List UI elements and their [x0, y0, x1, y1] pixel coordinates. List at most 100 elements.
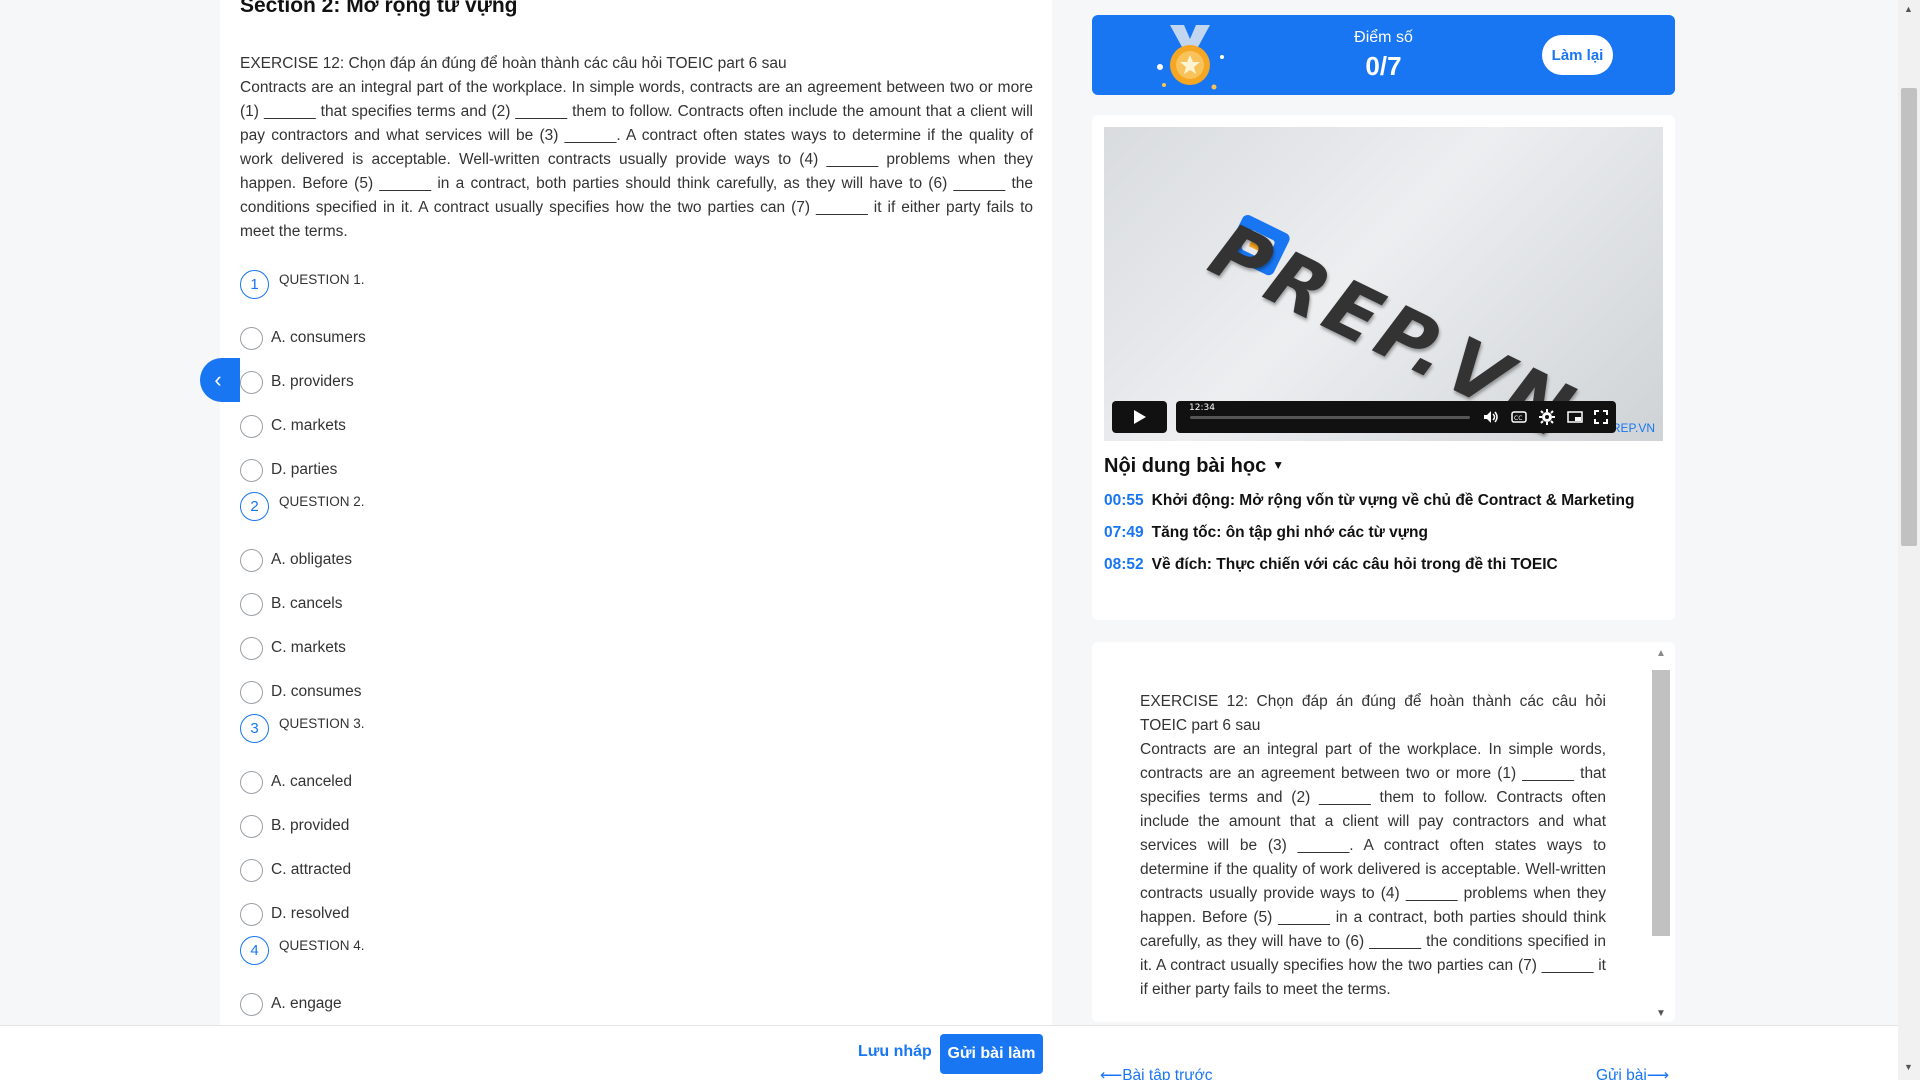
fullscreen-icon[interactable] — [1592, 409, 1610, 425]
radio-button[interactable] — [240, 636, 263, 660]
radio-button[interactable] — [240, 992, 263, 1016]
option-label[interactable]: D. resolved — [271, 905, 349, 923]
progress-bar[interactable]: 12:34 — [1185, 402, 1470, 419]
answer-option[interactable]: D. resolved — [240, 892, 940, 936]
lesson-item[interactable]: 08:52 Về đích: Thực chiến với các câu hỏi… — [1104, 556, 1558, 574]
lesson-title: Nội dung bài học — [1104, 455, 1267, 477]
lesson-card: PREP.VN PREP.VN 12:34 CC Nội dung bài họ… — [1092, 115, 1675, 620]
radio-button[interactable] — [240, 858, 263, 882]
lesson-timestamp[interactable]: 00:55 — [1104, 492, 1144, 509]
question-2: 2 QUESTION 2. — [240, 492, 940, 538]
exercise-passage: Contracts are an integral part of the wo… — [240, 79, 1033, 240]
radio-button[interactable] — [240, 770, 263, 794]
radio-button[interactable] — [240, 370, 263, 394]
scroll-up-arrow-icon[interactable]: ▲ — [1904, 4, 1913, 14]
passage-heading: EXERCISE 12: Chọn đáp án đúng để hoàn th… — [1140, 693, 1606, 734]
answer-option[interactable]: A. consumers — [240, 316, 940, 360]
option-label[interactable]: A. obligates — [271, 551, 352, 569]
time-tooltip: 12:34 — [1185, 402, 1219, 414]
video-player[interactable]: PREP.VN PREP.VN 12:34 CC — [1104, 127, 1663, 441]
radio-button[interactable] — [240, 326, 263, 350]
option-label[interactable]: B. cancels — [271, 595, 343, 613]
submit-button[interactable]: Gửi bài làm — [940, 1034, 1043, 1074]
answer-option[interactable]: A. engage — [240, 982, 940, 1026]
option-label[interactable]: D. consumes — [271, 683, 361, 701]
answer-option[interactable]: A. canceled — [240, 760, 940, 804]
lesson-item-text: Khởi động: Mở rộng vốn từ vựng về chủ đề… — [1151, 492, 1635, 509]
lesson-item-text: Về đích: Thực chiến với các câu hỏi tron… — [1151, 556, 1558, 573]
question-list: 1 QUESTION 1. A. consumers B. providers … — [240, 270, 940, 1026]
answer-option[interactable]: B. cancels — [240, 582, 940, 626]
answer-option[interactable]: D. consumes — [240, 670, 940, 714]
answer-option[interactable]: C. markets — [240, 626, 940, 670]
question-4: 4 QUESTION 4. — [240, 936, 940, 982]
passage-card: EXERCISE 12: Chọn đáp án đúng để hoàn th… — [1092, 642, 1675, 1022]
radio-button[interactable] — [240, 902, 263, 926]
option-label[interactable]: A. engage — [271, 995, 342, 1013]
answer-option[interactable]: A. obligates — [240, 538, 940, 582]
answer-option[interactable]: C. markets — [240, 404, 940, 448]
question-label: QUESTION 2. — [279, 494, 365, 509]
question-1: 1 QUESTION 1. — [240, 270, 940, 316]
option-label[interactable]: C. markets — [271, 417, 346, 435]
exercise-heading: EXERCISE 12: Chọn đáp án đúng để hoàn th… — [240, 55, 787, 72]
lesson-item-text: Tăng tốc: ôn tập ghi nhớ các từ vựng — [1151, 524, 1428, 541]
lesson-timestamp[interactable]: 07:49 — [1104, 524, 1144, 541]
option-label[interactable]: C. attracted — [271, 861, 351, 879]
section-title: Section 2: Mở rộng từ vựng — [240, 0, 518, 17]
radio-button[interactable] — [240, 592, 263, 616]
scroll-up-arrow-icon[interactable]: ▲ — [1656, 648, 1666, 659]
radio-button[interactable] — [240, 548, 263, 572]
score-card: Điểm số 0/7 Làm lại — [1092, 15, 1675, 95]
retry-button[interactable]: Làm lại — [1542, 35, 1613, 75]
question-number[interactable]: 1 — [240, 270, 269, 299]
exercise-text: EXERCISE 12: Chọn đáp án đúng để hoàn th… — [240, 52, 1033, 244]
scroll-thumb[interactable] — [1652, 670, 1670, 936]
radio-button[interactable] — [240, 458, 263, 482]
previous-exercise-link[interactable]: ⟵Bài tập trước — [1100, 1066, 1213, 1080]
option-label[interactable]: B. providers — [271, 373, 354, 391]
collapse-panel-button[interactable]: ‹ — [200, 358, 240, 402]
play-button[interactable] — [1112, 401, 1167, 433]
page-scroll-thumb[interactable] — [1901, 88, 1917, 546]
captions-icon[interactable]: CC — [1510, 409, 1528, 425]
volume-icon[interactable] — [1482, 409, 1500, 425]
radio-button[interactable] — [240, 414, 263, 438]
passage-text: EXERCISE 12: Chọn đáp án đúng để hoàn th… — [1140, 690, 1606, 1002]
caret-down-icon: ▼ — [1272, 458, 1285, 472]
page-scrollbar[interactable]: ▲ ▼ — [1898, 0, 1920, 1080]
lesson-content-toggle[interactable]: Nội dung bài học ▼ — [1104, 455, 1284, 478]
footer-bar: Lưu nháp Gửi bài làm ⟵Bài tập trước Gửi … — [0, 1025, 1898, 1080]
play-icon — [1133, 410, 1146, 424]
option-label[interactable]: A. consumers — [271, 329, 366, 347]
control-bar: 12:34 CC — [1176, 401, 1616, 433]
lesson-item[interactable]: 07:49 Tăng tốc: ôn tập ghi nhớ các từ vựn… — [1104, 524, 1428, 542]
save-draft-button[interactable]: Lưu nháp — [858, 1043, 932, 1061]
answer-option[interactable]: D. parties — [240, 448, 940, 492]
lesson-item[interactable]: 00:55 Khởi động: Mở rộng vốn từ vựng về c… — [1104, 492, 1634, 510]
answer-option[interactable]: B. provided — [240, 804, 940, 848]
answer-option[interactable]: C. attracted — [240, 848, 940, 892]
answer-option[interactable]: B. providers — [240, 360, 940, 404]
settings-icon[interactable] — [1538, 409, 1556, 425]
radio-button[interactable] — [240, 680, 263, 704]
chevron-left-icon: ‹ — [214, 367, 222, 392]
question-label: QUESTION 3. — [279, 716, 365, 731]
option-label[interactable]: A. canceled — [271, 773, 352, 791]
submit-next-link[interactable]: Gửi bài⟶ — [1596, 1066, 1669, 1080]
scroll-down-arrow-icon[interactable]: ▼ — [1904, 1062, 1913, 1072]
passage-scrollbar[interactable]: ▲ ▼ — [1652, 648, 1670, 1020]
option-label[interactable]: D. parties — [271, 461, 337, 479]
lesson-timestamp[interactable]: 08:52 — [1104, 556, 1144, 573]
radio-button[interactable] — [240, 814, 263, 838]
picture-in-picture-icon[interactable] — [1566, 409, 1584, 425]
question-number[interactable]: 4 — [240, 936, 269, 965]
question-number[interactable]: 2 — [240, 492, 269, 521]
option-label[interactable]: C. markets — [271, 639, 346, 657]
question-label: QUESTION 4. — [279, 938, 365, 953]
question-3: 3 QUESTION 3. — [240, 714, 940, 760]
scroll-down-arrow-icon[interactable]: ▼ — [1656, 1008, 1666, 1019]
option-label[interactable]: B. provided — [271, 817, 349, 835]
question-label: QUESTION 1. — [279, 272, 365, 287]
question-number[interactable]: 3 — [240, 714, 269, 743]
